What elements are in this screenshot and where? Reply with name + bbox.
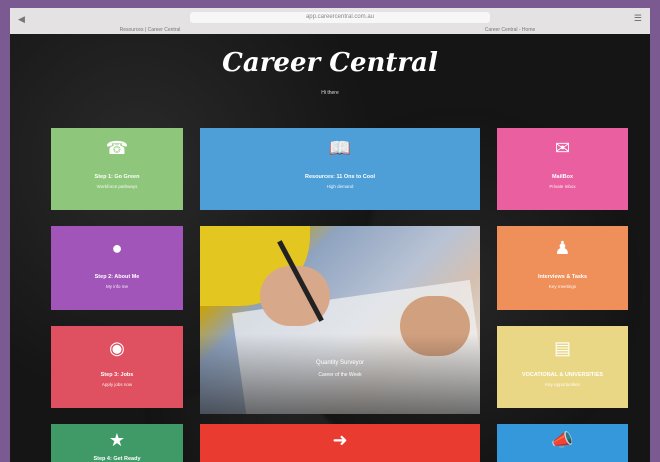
tile-interviews-subtitle: Key meetings xyxy=(548,284,577,289)
tile-step1-subtitle: Workforce pathways xyxy=(96,184,138,189)
tile-step4[interactable]: ★ Step 4: Get Ready xyxy=(51,424,183,462)
page-content: Career Central Hi there ☎ Step 1: Go Gre… xyxy=(10,34,650,462)
tile-news[interactable]: 📣 xyxy=(497,424,628,462)
browser-window: ◀ app.careercentral.com.au Resources | C… xyxy=(10,8,650,462)
tile-resources[interactable]: 📖 Resources: 11 Ons to Cool High demand xyxy=(200,128,480,210)
phone-icon: ☎ xyxy=(105,138,129,158)
tile-interviews[interactable]: ♟ Interviews & Tasks Key meetings xyxy=(497,226,628,310)
tile-step3[interactable]: ◉ Step 3: Jobs Apply jobs now xyxy=(51,326,183,408)
tile-resources-subtitle: High demand xyxy=(326,184,354,189)
mail-icon: ✉ xyxy=(554,138,571,158)
browser-chrome: ◀ app.careercentral.com.au Resources | C… xyxy=(10,8,650,34)
star-icon: ★ xyxy=(108,430,126,450)
feature-caption-subtitle: Career of the Week xyxy=(318,372,362,378)
tile-step3-subtitle: Apply jobs now xyxy=(101,382,133,387)
tile-vocational-subtitle: Key opportunities xyxy=(545,382,580,387)
tile-mailbox-title: MailBox xyxy=(551,174,574,180)
tile-mailbox-subtitle: Private Inbox xyxy=(549,184,576,189)
binoculars-icon: ◉ xyxy=(109,338,125,358)
tile-resources-title: Resources: 11 Ons to Cool xyxy=(305,174,375,180)
featured-career-photo[interactable]: Quantity Surveyor Career of the Week xyxy=(200,226,480,414)
book-icon: 📖 xyxy=(328,138,352,158)
tab-home[interactable]: Career Central - Home xyxy=(430,26,590,34)
tile-logout[interactable]: ➜ xyxy=(200,424,480,462)
address-bar[interactable]: app.careercentral.com.au xyxy=(190,12,490,23)
tile-step1[interactable]: ☎ Step 1: Go Green Workforce pathways xyxy=(51,128,183,210)
feature-caption-title: Quantity Surveyor xyxy=(315,360,365,366)
page-title: Career Central xyxy=(222,48,438,78)
tile-interviews-title: Interviews & Tasks xyxy=(537,274,588,280)
group-icon: ♟ xyxy=(554,238,571,258)
tile-step3-title: Step 3: Jobs xyxy=(100,372,134,378)
megaphone-icon: 📣 xyxy=(551,430,574,450)
tile-mailbox[interactable]: ✉ MailBox Private Inbox xyxy=(497,128,628,210)
person-icon: ● xyxy=(111,238,123,258)
sidebar-icon[interactable]: ◀ xyxy=(18,14,25,25)
tab-strip: Resources | Career Central Career Centra… xyxy=(10,26,650,34)
tile-step2[interactable]: ● Step 2: About Me My info me xyxy=(51,226,183,310)
menu-icon[interactable]: ☰ xyxy=(634,13,642,24)
tile-vocational-title: VOCATIONAL & UNIVERSITIES xyxy=(521,372,604,378)
sign-out-icon: ➜ xyxy=(332,430,348,450)
tile-step1-title: Step 1: Go Green xyxy=(94,174,140,180)
tile-vocational[interactable]: ▤ VOCATIONAL & UNIVERSITIES Key opportun… xyxy=(497,326,628,408)
tab-blank[interactable] xyxy=(250,26,410,34)
tile-step2-subtitle: My info me xyxy=(105,284,128,289)
page-subtitle: Hi there xyxy=(321,90,339,96)
tile-step4-title: Step 4: Get Ready xyxy=(93,456,141,462)
tile-step2-title: Step 2: About Me xyxy=(94,274,140,280)
bus-icon: ▤ xyxy=(553,338,571,358)
tab-resources[interactable]: Resources | Career Central xyxy=(70,26,230,34)
